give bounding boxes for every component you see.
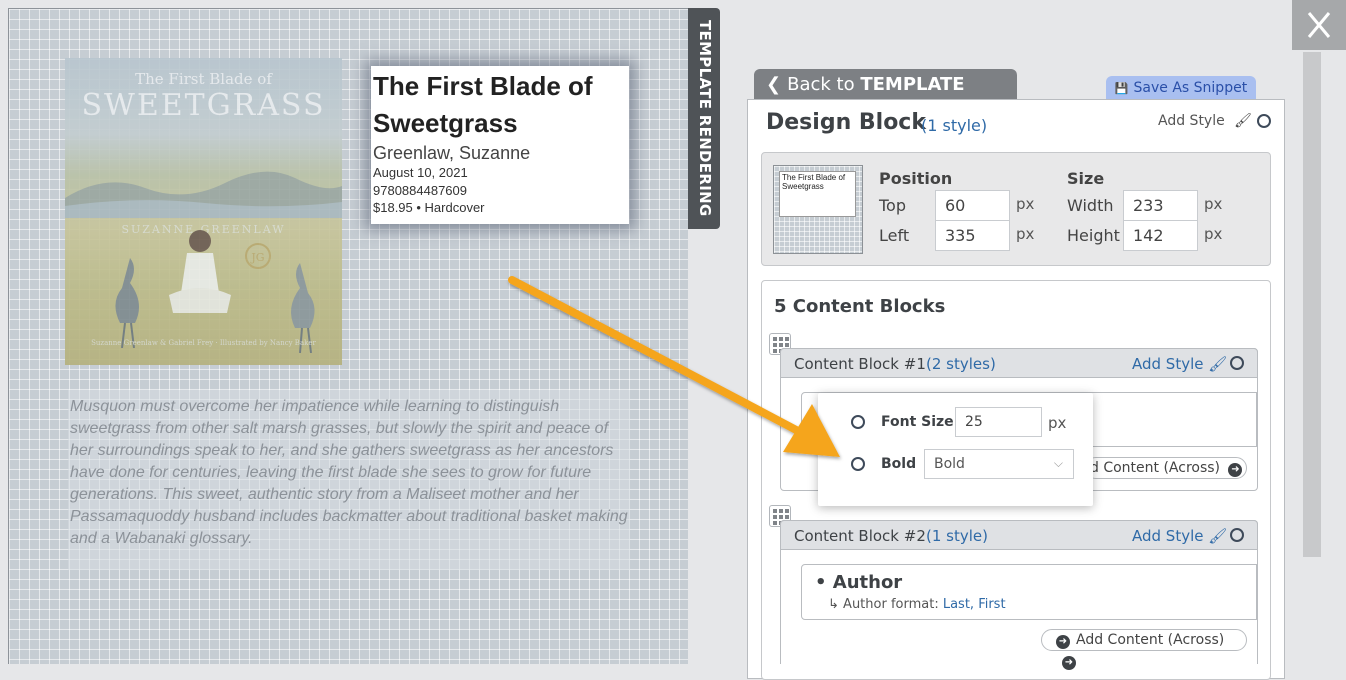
bold-label: Bold — [881, 456, 917, 472]
book-author: Greenlaw, Suzanne — [373, 143, 531, 163]
save-icon: 💾 — [1114, 82, 1129, 95]
thumbnail-preview: The First Blade of Sweetgrass — [779, 171, 856, 217]
book-cover-image: The First Blade of SWEETGRASS SUZANNE GR… — [65, 58, 342, 365]
cover-title-line2: SWEETGRASS — [81, 88, 326, 123]
add-content-label: Add Content (Across) — [1076, 632, 1225, 648]
width-unit: px — [1204, 195, 1223, 213]
panel-scrollbar[interactable] — [1303, 52, 1321, 557]
author-format-row: ↳ Author format: Last, First — [828, 597, 1006, 612]
thumbnail-title: The First Blade of Sweetgrass — [782, 173, 846, 191]
book-info-block[interactable]: The First Blade of Sweetgrass Greenlaw, … — [371, 66, 629, 224]
paintbrush-icon: 🖌 — [1234, 113, 1252, 129]
left-label: Left — [879, 226, 910, 245]
design-block-title: Design Block — [766, 110, 926, 135]
add-style-label: Add Style — [1132, 355, 1204, 373]
left-input[interactable]: 335 — [935, 220, 1010, 251]
author-field-name: • Author — [815, 572, 903, 593]
close-button[interactable] — [1292, 0, 1346, 50]
position-label: Position — [879, 169, 953, 188]
content-block-2-title: Content Block #2 — [794, 527, 926, 545]
cover-landscape — [65, 171, 342, 218]
book-title: The First Blade of Sweetgrass — [373, 71, 593, 138]
close-icon — [1307, 12, 1331, 38]
arrow-right-circle-icon: ➜ — [1062, 656, 1076, 670]
design-block-thumbnail: The First Blade of Sweetgrass — [773, 165, 863, 254]
template-rendering-label: TEMPLATE RENDERING — [696, 20, 714, 217]
content-block-1-add-style-button[interactable]: Add Style 🖌 — [1132, 355, 1227, 373]
content-block-2-styles-link[interactable]: (1 style) — [926, 527, 988, 545]
back-to-template-home-tab[interactable]: ❮Back to TEMPLATE HOME — [754, 69, 1017, 126]
content-block-1-styles-link[interactable]: (2 styles) — [926, 355, 996, 373]
cover-girl-figure — [169, 230, 231, 313]
top-input[interactable]: 60 — [935, 190, 1010, 221]
size-label: Size — [1067, 169, 1105, 188]
height-unit: px — [1204, 225, 1223, 243]
content-block-2-remove-icon[interactable] — [1230, 528, 1244, 542]
font-size-label: Font Size — [881, 414, 954, 430]
width-label: Width — [1067, 196, 1114, 215]
left-unit: px — [1016, 225, 1035, 243]
cover-heron-right — [291, 263, 315, 353]
add-style-label: Add Style — [1132, 527, 1204, 545]
book-price-format: $18.95 • Hardcover — [373, 200, 485, 215]
content-block-1-remove-icon[interactable] — [1230, 356, 1244, 370]
width-input[interactable]: 233 — [1123, 190, 1198, 221]
arrow-right-circle-icon: ➜ — [1056, 635, 1070, 649]
author-format-value[interactable]: Last, First — [943, 597, 1006, 612]
chevron-left-icon: ❮ — [766, 74, 782, 95]
font-size-input[interactable]: 25 — [955, 407, 1042, 437]
annotation-arrow-icon — [508, 276, 840, 457]
save-as-snippet-button[interactable]: 💾 Save As Snippet — [1106, 76, 1256, 100]
book-isbn: 9780884487609 — [373, 183, 467, 198]
design-add-style-button[interactable]: Add Style 🖌 — [1158, 113, 1252, 129]
arrow-right-circle-icon: ➜ — [1228, 463, 1243, 477]
height-label: Height — [1067, 226, 1120, 245]
chevron-down-icon: ⌵ — [1053, 456, 1063, 470]
top-label: Top — [879, 196, 906, 215]
book-date: August 10, 2021 — [373, 165, 468, 180]
top-unit: px — [1016, 195, 1035, 213]
bold-select[interactable]: Bold ⌵ — [924, 449, 1074, 479]
remove-design-style-icon[interactable] — [1257, 114, 1271, 128]
content-block-1-add-content-across-button[interactable]: d Content (Across) ➜ — [1085, 457, 1247, 479]
content-block-2-add-style-button[interactable]: Add Style 🖌 — [1132, 527, 1227, 545]
cover-credits: Suzanne Greenlaw & Gabriel Frey · Illust… — [91, 339, 316, 347]
cover-seal: JG — [245, 243, 271, 269]
template-rendering-tab[interactable]: TEMPLATE RENDERING — [688, 8, 720, 229]
design-block-styles-link[interactable]: (1 style) — [921, 116, 987, 135]
back-prefix: Back to — [787, 74, 855, 95]
cover-heron-left — [115, 258, 139, 348]
cover-title-line1: The First Blade of — [135, 70, 272, 88]
save-as-snippet-label: Save As Snippet — [1133, 80, 1248, 96]
bold-select-value: Bold — [934, 456, 965, 472]
font-size-unit: px — [1048, 414, 1067, 432]
author-format-label: Author format: — [843, 597, 939, 612]
paintbrush-icon: 🖌 — [1208, 355, 1228, 373]
author-field-label: Author — [832, 572, 903, 593]
add-content-label: d Content (Across) — [1090, 460, 1221, 476]
paintbrush-icon: 🖌 — [1208, 527, 1228, 545]
add-style-label: Add Style — [1158, 113, 1225, 129]
height-input[interactable]: 142 — [1123, 220, 1198, 251]
content-block-2-add-content-across-button[interactable]: ➜ Add Content (Across) ➜ — [1041, 629, 1247, 670]
sub-arrow-icon: ↳ — [828, 597, 839, 612]
